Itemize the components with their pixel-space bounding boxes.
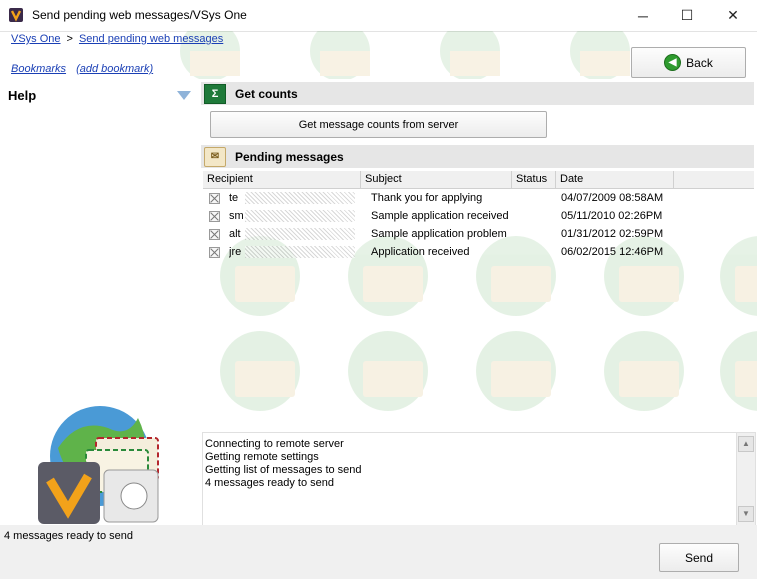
- log-line: 4 messages ready to send: [205, 477, 335, 489]
- date-cell: 04/07/2009 08:58AM: [561, 192, 664, 204]
- status-text: 4 messages ready to send: [4, 530, 134, 542]
- get-counts-header: Σ Get counts: [201, 82, 754, 105]
- pending-messages-header: ✉ Pending messages: [201, 145, 754, 168]
- breadcrumb-separator: >: [66, 33, 73, 45]
- table-row[interactable]: te Thank you for applying 04/07/2009 08:…: [203, 189, 754, 207]
- window-title: Send pending web messages/VSys One: [32, 8, 247, 22]
- add-bookmark-link[interactable]: (add bookmark): [76, 63, 153, 75]
- title-bar: Send pending web messages/VSys One ─ ☐ ✕: [0, 0, 757, 32]
- column-header-status[interactable]: Status: [512, 171, 556, 188]
- date-cell: 01/31/2012 02:59PM: [561, 228, 664, 240]
- excel-icon: Σ: [204, 83, 226, 104]
- pending-messages-title: Pending messages: [235, 149, 344, 164]
- help-collapse-icon[interactable]: [177, 91, 191, 100]
- breadcrumb-vsys-one[interactable]: VSys One: [11, 33, 61, 45]
- table-row[interactable]: jre Application received 06/02/2015 12:4…: [203, 243, 754, 261]
- redacted-recipient: [245, 192, 355, 204]
- help-heading: Help: [8, 88, 37, 103]
- recipient-cell: te: [229, 192, 367, 204]
- date-cell: 05/11/2010 02:26PM: [561, 210, 663, 222]
- redacted-recipient: [245, 210, 355, 222]
- table-header: Recipient Subject Status Date: [203, 171, 754, 189]
- minimize-button[interactable]: ─: [621, 0, 665, 31]
- row-checkbox[interactable]: [209, 228, 220, 240]
- date-cell: 06/02/2015 12:46PM: [561, 246, 664, 258]
- messages-globe-icon: [38, 406, 159, 524]
- bookmarks-bar: Bookmarks (add bookmark): [11, 63, 160, 75]
- activity-log[interactable]: Connecting to remote server Getting remo…: [202, 432, 736, 526]
- get-counts-title: Get counts: [235, 86, 298, 101]
- recipient-cell: sm: [229, 210, 367, 222]
- log-scrollbar[interactable]: ▲ ▼: [736, 432, 756, 526]
- maximize-button[interactable]: ☐: [665, 0, 709, 31]
- bookmarks-link[interactable]: Bookmarks: [11, 63, 66, 75]
- recipient-cell: alt: [229, 228, 367, 240]
- row-checkbox[interactable]: [209, 210, 220, 222]
- column-header-recipient[interactable]: Recipient: [203, 171, 361, 188]
- get-message-counts-button[interactable]: Get message counts from server: [210, 111, 547, 138]
- send-button[interactable]: Send: [659, 543, 739, 572]
- recipient-cell: jre: [229, 246, 367, 258]
- row-checkbox[interactable]: [209, 246, 220, 258]
- vsys-app-icon: [9, 8, 23, 22]
- log-line: Getting list of messages to send: [205, 464, 362, 476]
- close-button[interactable]: ✕: [711, 0, 755, 31]
- log-line: Connecting to remote server: [205, 438, 344, 450]
- row-checkbox[interactable]: [209, 192, 220, 204]
- scroll-up-arrow-icon[interactable]: ▲: [738, 436, 754, 452]
- redacted-recipient: [245, 246, 355, 258]
- table-row[interactable]: sm Sample application received 05/11/201…: [203, 207, 754, 225]
- pending-messages-table: Recipient Subject Status Date te Thank y…: [203, 171, 754, 261]
- log-line: Getting remote settings: [205, 451, 319, 463]
- subject-cell: Application received: [371, 246, 470, 258]
- redacted-recipient: [245, 228, 355, 240]
- subject-cell: Sample application received: [371, 210, 509, 222]
- table-row[interactable]: alt Sample application problem 01/31/201…: [203, 225, 754, 243]
- subject-cell: Sample application problem: [371, 228, 507, 240]
- column-header-date[interactable]: Date: [556, 171, 674, 188]
- envelope-stack-icon: ✉: [204, 146, 226, 167]
- column-header-subject[interactable]: Subject: [361, 171, 512, 188]
- breadcrumb: VSys One > Send pending web messages: [11, 33, 223, 45]
- subject-cell: Thank you for applying: [371, 192, 483, 204]
- scroll-down-arrow-icon[interactable]: ▼: [738, 506, 754, 522]
